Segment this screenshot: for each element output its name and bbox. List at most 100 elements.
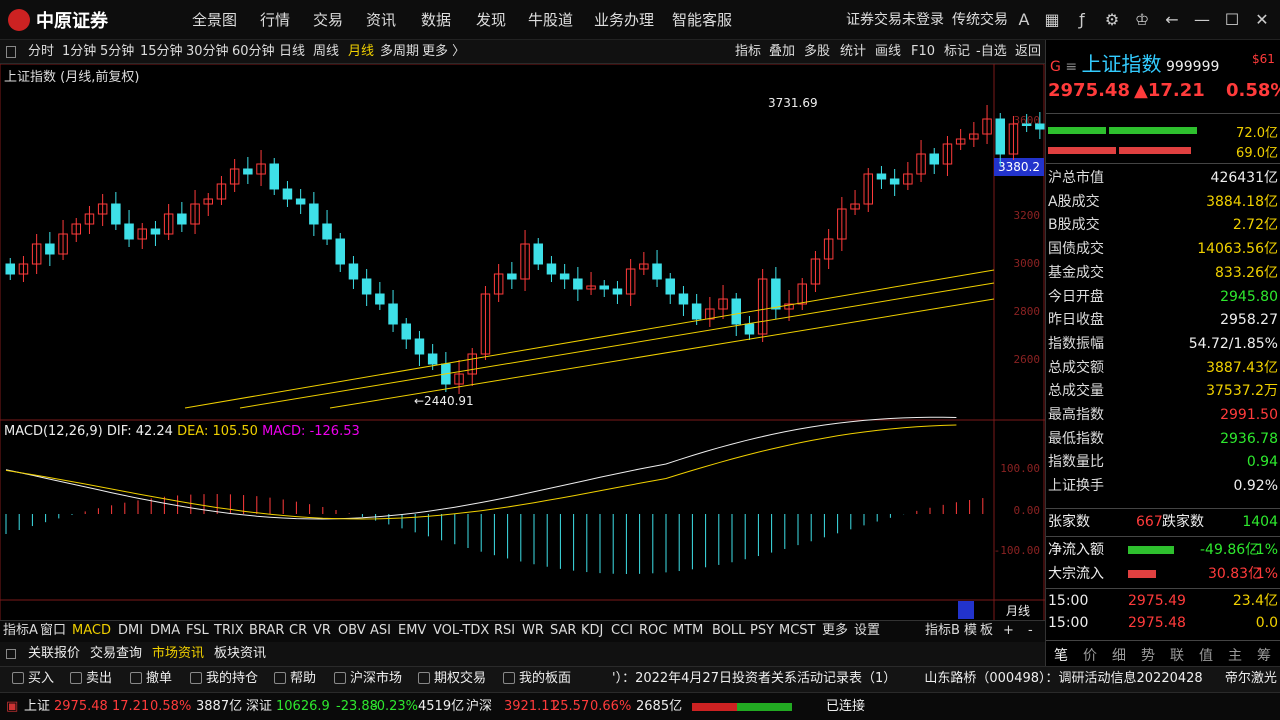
period-0[interactable]: 分时 [28,40,54,64]
back-icon[interactable]: ← [1162,10,1182,30]
indicator-tab[interactable]: CCI [611,620,633,642]
period-8[interactable]: 月线 [348,40,374,64]
indicator-tab[interactable]: 指标A [3,620,38,642]
menu-icon[interactable]: ≡ [1065,59,1077,75]
trade-mode-button[interactable]: 传统交易 [952,0,1008,40]
hs-label[interactable]: 沪深 [466,693,492,720]
help-icon[interactable] [274,672,286,684]
option-icon[interactable] [418,672,430,684]
indicator-tab[interactable]: ASI [370,620,391,642]
indicator-tab[interactable]: TRIX [214,620,244,642]
position-icon[interactable] [190,672,202,684]
indicator-tab[interactable]: EMV [398,620,426,642]
indicator-tab[interactable]: VR [313,620,331,642]
indicator-tab[interactable]: 更多 [822,620,848,642]
quick-action[interactable]: 期权交易 [434,666,486,692]
tool-button[interactable]: 指标 [735,40,761,64]
indicator-right-tab[interactable]: + [1003,620,1014,642]
tool-button[interactable]: 返回 [1015,40,1041,64]
indicator-right-tab[interactable]: 指标B [925,620,960,642]
menu-item[interactable]: 发现 [476,0,506,40]
ticker-item[interactable]: 山东路桥（000498）：调研活动信息20220428 [924,671,1202,686]
calc-icon[interactable]: ▦ [1042,10,1062,30]
indicator-tab[interactable]: MACD [72,620,111,642]
indicator-tab[interactable]: 窗口 [40,620,66,642]
buy-icon[interactable] [12,672,24,684]
login-status-link[interactable]: 证券交易未登录 [846,0,944,40]
sh-label[interactable]: 上证 [24,693,50,720]
menu-item[interactable]: 牛股道 [528,0,573,40]
sell-icon[interactable] [70,672,82,684]
menu-item[interactable]: 资讯 [366,0,396,40]
panel-toggle-icon[interactable] [6,46,16,58]
period-1[interactable]: 1分钟 [62,40,96,64]
quick-action[interactable]: 买入 [28,666,54,692]
ticker-item[interactable]: 帝尔激光（3 [1225,671,1280,686]
quote-tab[interactable]: 筹 [1257,646,1271,666]
news-toggle-icon[interactable] [6,649,16,659]
indicator-tab[interactable]: FSL [186,620,209,642]
menu-item[interactable]: 交易 [313,0,343,40]
tool-button[interactable]: 统计 [840,40,866,64]
quote-tab[interactable]: 细 [1112,646,1126,666]
indicator-tab[interactable]: CR [289,620,307,642]
tool-button[interactable]: 多股 [804,40,830,64]
indicator-tab[interactable]: 设置 [854,620,880,642]
indicator-tab[interactable]: OBV [338,620,366,642]
indicator-tab[interactable]: VOL-TDX [433,620,489,642]
indicator-tab[interactable]: BRAR [249,620,284,642]
news-tab[interactable]: 关联报价 [28,642,80,666]
quick-action[interactable]: 沪深市场 [350,666,402,692]
indicator-tab[interactable]: ROC [639,620,667,642]
shirt-icon[interactable]: ♔ [1132,10,1152,30]
tool-button[interactable]: F10 [911,40,935,64]
indicator-tab[interactable]: MTM [673,620,703,642]
quote-tab[interactable]: 主 [1228,646,1242,666]
ticker-item[interactable]: '）：2022年4月27日投资者关系活动记录表（1） [612,671,896,686]
quick-action[interactable]: 卖出 [86,666,112,692]
quote-tab[interactable]: 价 [1083,646,1097,666]
quick-action[interactable]: 撤单 [146,666,172,692]
indicator-tab[interactable]: DMA [150,620,180,642]
indicator-tab[interactable]: RSI [494,620,515,642]
indicator-right-tab[interactable]: 板 [980,620,993,642]
cancel-icon[interactable] [130,672,142,684]
tool-button[interactable]: -自选 [976,40,1007,64]
font-size-icon[interactable]: A [1014,10,1034,30]
menu-item[interactable]: 数据 [421,0,451,40]
quick-action[interactable]: 我的持仓 [206,666,258,692]
close-icon[interactable]: ✕ [1252,10,1272,30]
menu-item[interactable]: 全景图 [192,0,237,40]
indicator-tab[interactable]: WR [522,620,544,642]
minimize-icon[interactable]: — [1192,10,1212,30]
indicator-tab[interactable]: PSY [750,620,774,642]
quote-tab[interactable]: 值 [1199,646,1213,666]
settings-icon[interactable]: ⚙ [1102,10,1122,30]
period-10[interactable]: 更多 〉 [422,40,465,64]
quote-tab[interactable]: 联 [1170,646,1184,666]
indicator-tab[interactable]: MCST [779,620,816,642]
indicator-tab[interactable]: SAR [550,620,576,642]
indicator-tab[interactable]: DMI [118,620,143,642]
indicator-right-tab[interactable]: - [1028,620,1033,642]
menu-item[interactable]: 行情 [260,0,290,40]
market-icon[interactable] [334,672,346,684]
sz-label[interactable]: 深证 [246,693,272,720]
quote-tab[interactable]: 势 [1141,646,1155,666]
news-tab[interactable]: 交易查询 [90,642,142,666]
news-tab[interactable]: 市场资讯 [152,642,204,666]
news-tab[interactable]: 板块资讯 [214,642,266,666]
formula-icon[interactable]: ƒ [1072,10,1092,30]
tool-button[interactable]: 叠加 [769,40,795,64]
indicator-tab[interactable]: KDJ [581,620,603,642]
kline-chart[interactable]: 36003200300028002600100.000.00-100.00338… [0,64,1045,624]
indicator-tab[interactable]: BOLL [712,620,745,642]
menu-item[interactable]: 智能客服 [672,0,732,40]
period-2[interactable]: 5分钟 [100,40,134,64]
maximize-icon[interactable]: ☐ [1222,10,1242,30]
tool-button[interactable]: 标记 [944,40,970,64]
period-7[interactable]: 周线 [313,40,339,64]
tool-button[interactable]: 画线 [875,40,901,64]
menu-item[interactable]: 业务办理 [594,0,654,40]
quick-action[interactable]: 我的板面 [519,666,571,692]
